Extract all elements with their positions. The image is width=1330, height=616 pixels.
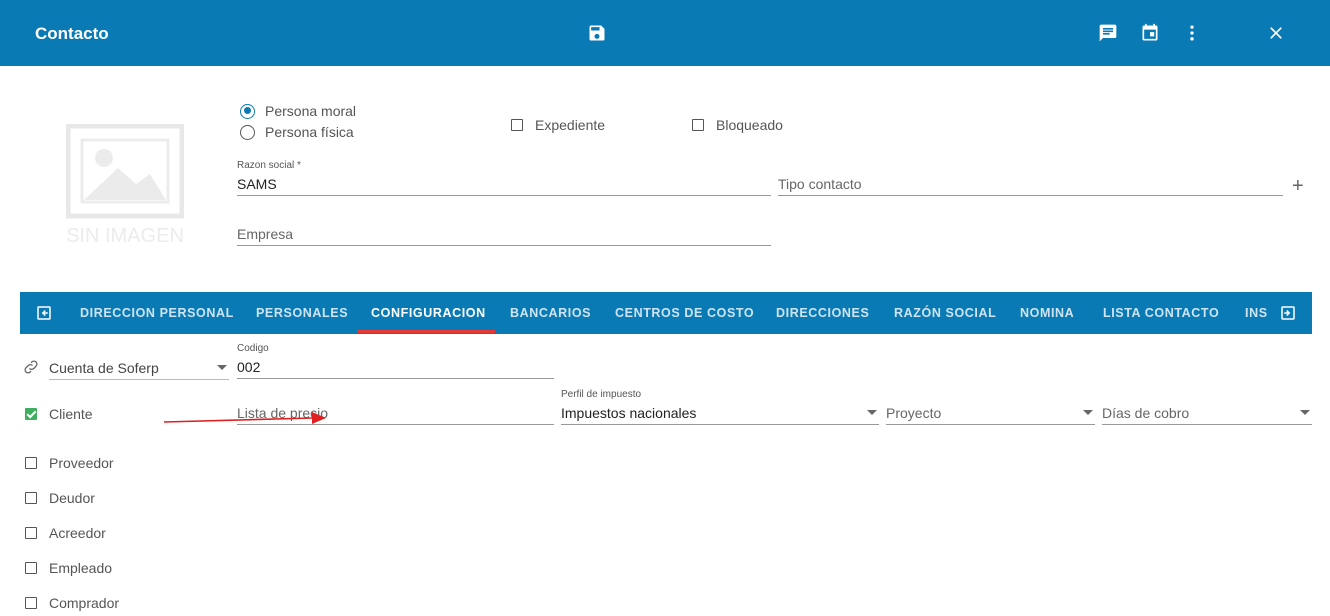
select-value: Cuenta de Soferp	[49, 360, 159, 376]
app-header: Contacto	[0, 0, 1330, 66]
proyecto-select[interactable]: Proyecto	[886, 389, 1095, 425]
add-tipo-contacto-button[interactable]: +	[1292, 176, 1304, 196]
field-placeholder: Empresa	[237, 226, 294, 242]
codigo-field[interactable]: Codigo 002	[237, 343, 554, 379]
checkbox-label: Acreedor	[49, 525, 106, 541]
chevron-down-icon	[1083, 410, 1093, 415]
checkbox-box[interactable]	[692, 119, 704, 131]
field-label: Razon social *	[237, 160, 301, 171]
checkbox-label: Deudor	[49, 490, 95, 506]
field-placeholder: Proyecto	[886, 405, 942, 421]
field-label: Codigo	[237, 343, 269, 354]
tab-direccion-personal[interactable]: DIRECCION PERSONAL	[80, 292, 234, 334]
perfil-impuesto-select[interactable]: Perfil de impuesto Impuestos nacionales	[561, 389, 879, 425]
more-vert-icon[interactable]	[1182, 23, 1202, 43]
checkbox-box[interactable]	[511, 119, 523, 131]
checkbox-box[interactable]	[25, 597, 37, 609]
contact-image[interactable]: SIN IMAGEN	[65, 123, 185, 252]
checkbox-box[interactable]	[25, 562, 37, 574]
contact-form-page: Contacto SIN IMAGEN Persona moral Person…	[0, 0, 1330, 616]
chevron-down-icon	[1300, 410, 1310, 415]
tipo-contacto-field[interactable]: Tipo contacto	[778, 160, 1283, 196]
calendar-icon[interactable]	[1140, 23, 1160, 43]
expediente-checkbox[interactable]: Expediente	[511, 117, 605, 133]
tab-razon-social[interactable]: RAZÓN SOCIAL	[894, 292, 996, 334]
radio-button-checked[interactable]	[240, 103, 255, 119]
radio-persona-fisica[interactable]: Persona física	[240, 124, 354, 140]
field-placeholder: Días de cobro	[1102, 405, 1190, 421]
chevron-down-icon	[217, 365, 227, 370]
tab-configuracion[interactable]: CONFIGURACION	[371, 292, 486, 334]
bloqueado-checkbox[interactable]: Bloqueado	[692, 117, 783, 133]
role-acreedor[interactable]: Acreedor	[25, 525, 106, 541]
field-value: SAMS	[237, 176, 277, 192]
radio-label: Persona física	[265, 124, 354, 140]
checkbox-label: Proveedor	[49, 455, 114, 471]
link-icon	[22, 358, 40, 376]
empresa-field[interactable]: Empresa	[237, 210, 771, 246]
role-deudor[interactable]: Deudor	[25, 490, 95, 506]
checkbox-label: Bloqueado	[716, 117, 783, 133]
checkbox-box[interactable]	[25, 457, 37, 469]
tab-scroll-left-icon[interactable]	[35, 304, 53, 322]
radio-label: Persona moral	[265, 103, 357, 119]
tab-bancarios[interactable]: BANCARIOS	[510, 292, 591, 334]
checkbox-label: Empleado	[49, 560, 113, 576]
field-label: Perfil de impuesto	[561, 389, 642, 400]
role-empleado[interactable]: Empleado	[25, 560, 112, 576]
tab-nomina[interactable]: NOMINA	[1020, 292, 1074, 334]
tabs-bar: DIRECCION PERSONAL PERSONALES CONFIGURAC…	[20, 292, 1312, 334]
dias-cobro-select[interactable]: Días de cobro	[1102, 389, 1312, 425]
chevron-down-icon	[867, 410, 877, 415]
role-proveedor[interactable]: Proveedor	[25, 455, 114, 471]
role-cliente[interactable]: Cliente	[25, 406, 93, 422]
select-value: Impuestos nacionales	[561, 405, 697, 421]
tab-lista-contacto[interactable]: LISTA CONTACTO	[1103, 292, 1219, 334]
checkbox-box[interactable]	[25, 527, 37, 539]
role-comprador[interactable]: Comprador	[25, 595, 119, 611]
checkbox-label: Expediente	[535, 117, 606, 133]
checkbox-box[interactable]	[25, 492, 37, 504]
comment-icon[interactable]	[1098, 23, 1118, 43]
tab-direcciones[interactable]: DIRECCIONES	[776, 292, 869, 334]
tab-ins[interactable]: INS	[1245, 292, 1267, 334]
tab-scroll-right-icon[interactable]	[1279, 304, 1297, 322]
cuenta-select[interactable]: Cuenta de Soferp	[49, 352, 229, 380]
tab-centros-de-costo[interactable]: CENTROS DE COSTO	[615, 292, 754, 334]
checkbox-label: Comprador	[49, 595, 120, 611]
radio-button[interactable]	[240, 124, 255, 140]
radio-persona-moral[interactable]: Persona moral	[240, 103, 356, 119]
annotation-arrow	[164, 412, 326, 424]
checkbox-label: Cliente	[49, 406, 93, 422]
image-placeholder-icon: SIN IMAGEN	[65, 123, 185, 247]
avatar-caption: SIN IMAGEN	[66, 225, 184, 247]
save-icon[interactable]	[587, 23, 607, 43]
tab-personales[interactable]: PERSONALES	[256, 292, 348, 334]
page-title: Contacto	[35, 24, 109, 43]
close-icon[interactable]	[1266, 23, 1286, 43]
field-value: 002	[237, 359, 261, 375]
checkbox-box-checked[interactable]	[25, 408, 37, 420]
active-tab-indicator	[358, 330, 495, 333]
field-placeholder: Tipo contacto	[778, 176, 862, 192]
razon-social-field[interactable]: Razon social * SAMS	[237, 160, 771, 196]
